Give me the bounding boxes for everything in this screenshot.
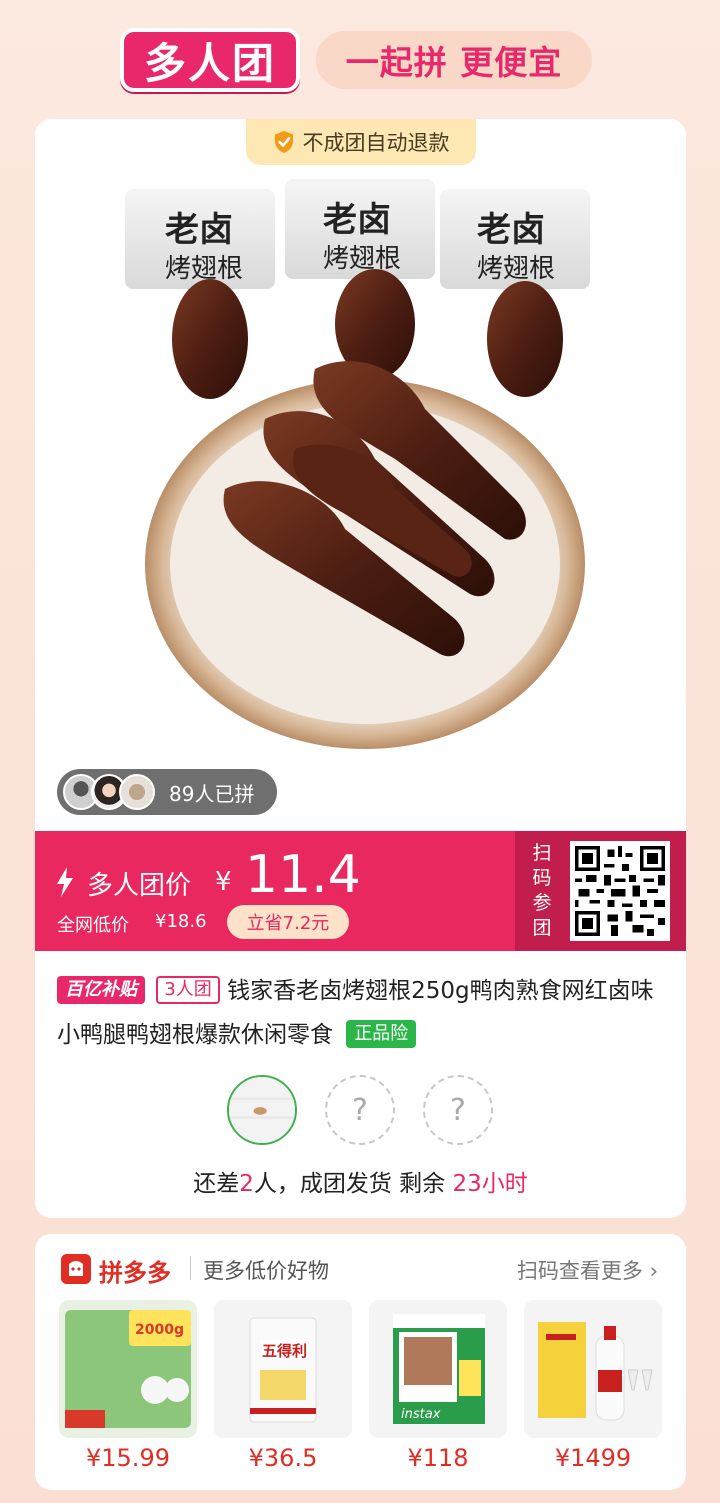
multi-group-logo: 多人团: [120, 28, 300, 92]
low-price-label: 全网低价: [57, 915, 129, 936]
refund-tag-label: 不成团自动退款: [302, 131, 450, 155]
divider: [190, 1256, 191, 1280]
slogan-text: 一起拼 更便宜: [345, 43, 563, 82]
recommend-item-price: ¥118: [407, 1444, 469, 1472]
save-tag: 立省7.2元: [227, 905, 349, 939]
subsidy-tag: 百亿补贴: [57, 976, 145, 1004]
recommend-card: 拼多多 更多低价好物 扫码查看更多 › 2000g ¥15.99 五得利 ¥36…: [35, 1234, 686, 1490]
qr-code-icon[interactable]: [570, 841, 670, 941]
pinduoduo-logo-icon: [61, 1254, 91, 1284]
joined-count-text: 89人已拼: [169, 781, 255, 806]
remaining-status: 还差2人，成团发货 剩余 23小时: [35, 1164, 686, 1198]
svg-text:烤翅根: 烤翅根: [165, 254, 243, 284]
recommend-items: 2000g ¥15.99 五得利 ¥36.5 instax ¥118 ¥1499: [59, 1300, 662, 1480]
group-size-tag: 3人团: [156, 976, 220, 1004]
pinduoduo-brand: 拼多多: [99, 1259, 171, 1287]
svg-text:老卤: 老卤: [323, 200, 391, 240]
scan-to-join[interactable]: 扫码参团: [515, 831, 686, 951]
recommend-item[interactable]: instax ¥118: [369, 1300, 507, 1480]
group-price-value: 11.4: [245, 845, 361, 905]
instax-film-icon: instax: [369, 1300, 507, 1438]
avatar: [119, 774, 155, 810]
flour-bag-icon: 五得利: [214, 1300, 352, 1438]
empty-slot: ?: [423, 1075, 493, 1145]
recommend-item[interactable]: ¥1499: [524, 1300, 662, 1480]
group-member-avatar: [227, 1075, 297, 1145]
remain-middle: 人，成团发货 剩余: [253, 1171, 453, 1197]
remain-time: 23小时: [452, 1171, 528, 1197]
svg-text:五得利: 五得利: [262, 1342, 307, 1360]
joined-count-pill: 89人已拼: [57, 769, 277, 815]
price-bar: 多人团价 ¥ 11.4 全网低价 ¥18.6 立省7.2元 扫码参团: [35, 831, 686, 951]
low-price-value: ¥18.6: [155, 911, 207, 932]
package-1: 老卤 烤翅根: [125, 189, 275, 399]
group-price-label: 多人团价: [87, 871, 192, 901]
empty-slot: ?: [325, 1075, 395, 1145]
remain-prefix: 还差: [193, 1171, 240, 1197]
currency-symbol: ¥: [215, 867, 232, 897]
package-3: 老卤 烤翅根: [440, 189, 590, 397]
tissue-pack-icon: 2000g: [59, 1300, 197, 1438]
recommend-item-price: ¥36.5: [248, 1444, 318, 1472]
product-image[interactable]: 老卤 烤翅根 老卤 烤翅根 老卤 烤翅根: [95, 169, 635, 819]
svg-text:instax: instax: [401, 1407, 441, 1422]
svg-text:烤翅根: 烤翅根: [477, 254, 555, 284]
logo-text: 多人团: [143, 38, 276, 88]
svg-text:2000g: 2000g: [135, 1322, 184, 1338]
lightning-icon: [57, 867, 73, 897]
liquor-bottle-icon: [524, 1300, 662, 1438]
genuine-insurance-tag: 正品险: [346, 1020, 417, 1048]
scan-more-link[interactable]: 扫码查看更多 ›: [517, 1255, 658, 1285]
recommend-slogan: 更多低价好物: [203, 1259, 329, 1283]
recommend-item-price: ¥15.99: [86, 1444, 170, 1472]
svg-text:烤翅根: 烤翅根: [323, 244, 401, 274]
product-card: 不成团自动退款 老卤 烤翅根 老卤 烤翅根 老卤 烤翅根 89人已拼 多人团价 …: [35, 119, 686, 1218]
recommend-item[interactable]: 2000g ¥15.99: [59, 1300, 197, 1480]
product-title-block[interactable]: 百亿补贴 3人团 钱家香老卤烤翅根250g鸭肉熟食网红卤味小鸭腿鸭翅根爆款休闲零…: [57, 969, 667, 1057]
recommend-item[interactable]: 五得利 ¥36.5: [214, 1300, 352, 1480]
refund-tag: 不成团自动退款: [246, 119, 476, 165]
remain-count: 2: [239, 1171, 254, 1197]
package-2: 老卤 烤翅根: [285, 179, 435, 379]
slogan-pill: 一起拼 更便宜: [316, 31, 592, 89]
svg-text:老卤: 老卤: [477, 210, 545, 250]
header: 多人团 一起拼 更便宜: [0, 0, 720, 118]
shield-check-icon: [274, 131, 293, 153]
recommend-item-price: ¥1499: [554, 1444, 632, 1472]
scan-label: 扫码参团: [532, 842, 552, 939]
svg-text:老卤: 老卤: [165, 210, 233, 250]
